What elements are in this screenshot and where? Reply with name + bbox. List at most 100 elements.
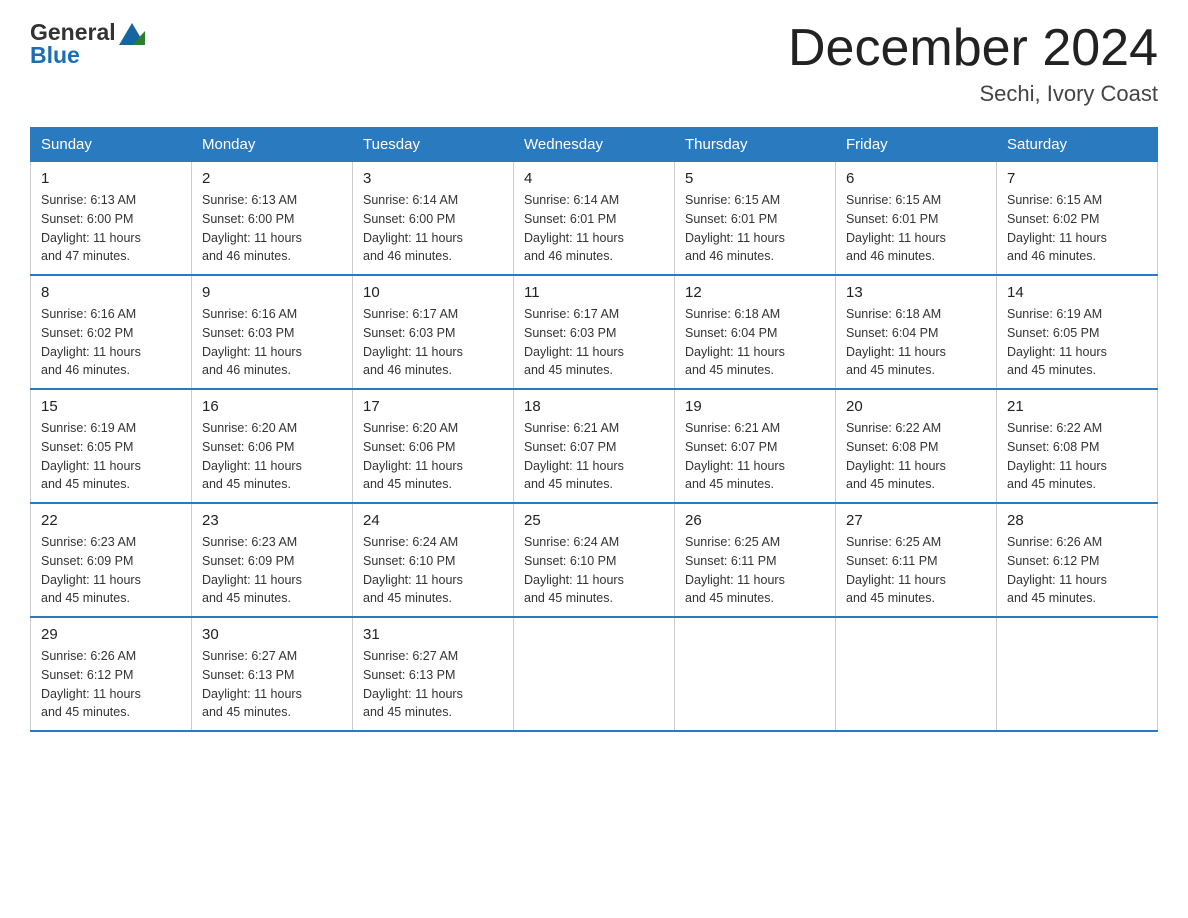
calendar-cell: 7 Sunrise: 6:15 AMSunset: 6:02 PMDaylight… bbox=[997, 162, 1158, 276]
calendar-cell: 4 Sunrise: 6:14 AMSunset: 6:01 PMDaylight… bbox=[514, 162, 675, 276]
calendar-cell: 30 Sunrise: 6:27 AMSunset: 6:13 PMDayligh… bbox=[192, 617, 353, 731]
day-info: Sunrise: 6:15 AMSunset: 6:02 PMDaylight:… bbox=[1007, 191, 1147, 266]
page-header: General Blue December 2024 Sechi, Ivory … bbox=[30, 20, 1158, 107]
day-number: 5 bbox=[685, 170, 825, 187]
calendar-cell: 28Sunrise: 6:26 AMSunset: 6:12 PMDayligh… bbox=[997, 503, 1158, 617]
day-info: Sunrise: 6:20 AMSunset: 6:06 PMDaylight:… bbox=[202, 419, 342, 494]
calendar-cell: 23Sunrise: 6:23 AMSunset: 6:09 PMDayligh… bbox=[192, 503, 353, 617]
calendar-cell: 31Sunrise: 6:27 AMSunset: 6:13 PMDayligh… bbox=[353, 617, 514, 731]
day-info: Sunrise: 6:24 AMSunset: 6:10 PMDaylight:… bbox=[524, 533, 664, 608]
day-number: 27 bbox=[846, 512, 986, 529]
day-number: 4 bbox=[524, 170, 664, 187]
calendar-cell: 15 Sunrise: 6:19 AMSunset: 6:05 PMDayligh… bbox=[31, 389, 192, 503]
day-info: Sunrise: 6:25 AMSunset: 6:11 PMDaylight:… bbox=[685, 533, 825, 608]
day-number: 9 bbox=[202, 284, 342, 301]
day-number: 24 bbox=[363, 512, 503, 529]
calendar-cell: 19Sunrise: 6:21 AMSunset: 6:07 PMDayligh… bbox=[675, 389, 836, 503]
calendar-cell: 29 Sunrise: 6:26 AMSunset: 6:12 PMDayligh… bbox=[31, 617, 192, 731]
day-header-monday: Monday bbox=[192, 128, 353, 162]
day-header-tuesday: Tuesday bbox=[353, 128, 514, 162]
day-number: 15 bbox=[41, 398, 181, 415]
day-number: 2 bbox=[202, 170, 342, 187]
day-number: 30 bbox=[202, 626, 342, 643]
day-number: 7 bbox=[1007, 170, 1147, 187]
day-info: Sunrise: 6:17 AMSunset: 6:03 PMDaylight:… bbox=[363, 305, 503, 380]
calendar-cell: 8 Sunrise: 6:16 AMSunset: 6:02 PMDaylight… bbox=[31, 275, 192, 389]
day-number: 28 bbox=[1007, 512, 1147, 529]
day-info: Sunrise: 6:19 AMSunset: 6:05 PMDaylight:… bbox=[41, 419, 181, 494]
calendar-cell: 24Sunrise: 6:24 AMSunset: 6:10 PMDayligh… bbox=[353, 503, 514, 617]
calendar-week-row: 8 Sunrise: 6:16 AMSunset: 6:02 PMDaylight… bbox=[31, 275, 1158, 389]
day-info: Sunrise: 6:20 AMSunset: 6:06 PMDaylight:… bbox=[363, 419, 503, 494]
day-info: Sunrise: 6:18 AMSunset: 6:04 PMDaylight:… bbox=[846, 305, 986, 380]
calendar-header-row: SundayMondayTuesdayWednesdayThursdayFrid… bbox=[31, 128, 1158, 162]
day-info: Sunrise: 6:21 AMSunset: 6:07 PMDaylight:… bbox=[524, 419, 664, 494]
day-info: Sunrise: 6:14 AMSunset: 6:00 PMDaylight:… bbox=[363, 191, 503, 266]
day-number: 17 bbox=[363, 398, 503, 415]
day-info: Sunrise: 6:14 AMSunset: 6:01 PMDaylight:… bbox=[524, 191, 664, 266]
day-number: 8 bbox=[41, 284, 181, 301]
day-info: Sunrise: 6:16 AMSunset: 6:02 PMDaylight:… bbox=[41, 305, 181, 380]
calendar-cell: 16Sunrise: 6:20 AMSunset: 6:06 PMDayligh… bbox=[192, 389, 353, 503]
day-number: 12 bbox=[685, 284, 825, 301]
day-number: 20 bbox=[846, 398, 986, 415]
day-info: Sunrise: 6:15 AMSunset: 6:01 PMDaylight:… bbox=[846, 191, 986, 266]
logo-arrow-icon bbox=[119, 23, 145, 45]
calendar-cell bbox=[997, 617, 1158, 731]
day-number: 18 bbox=[524, 398, 664, 415]
day-info: Sunrise: 6:26 AMSunset: 6:12 PMDaylight:… bbox=[41, 647, 181, 722]
day-info: Sunrise: 6:23 AMSunset: 6:09 PMDaylight:… bbox=[41, 533, 181, 608]
day-number: 6 bbox=[846, 170, 986, 187]
day-number: 31 bbox=[363, 626, 503, 643]
day-info: Sunrise: 6:27 AMSunset: 6:13 PMDaylight:… bbox=[202, 647, 342, 722]
day-number: 23 bbox=[202, 512, 342, 529]
calendar-cell: 18 Sunrise: 6:21 AMSunset: 6:07 PMDayligh… bbox=[514, 389, 675, 503]
calendar-cell bbox=[675, 617, 836, 731]
day-info: Sunrise: 6:13 AMSunset: 6:00 PMDaylight:… bbox=[202, 191, 342, 266]
calendar-cell: 2 Sunrise: 6:13 AMSunset: 6:00 PMDaylight… bbox=[192, 162, 353, 276]
day-info: Sunrise: 6:19 AMSunset: 6:05 PMDaylight:… bbox=[1007, 305, 1147, 380]
day-number: 11 bbox=[524, 284, 664, 301]
day-header-friday: Friday bbox=[836, 128, 997, 162]
day-number: 25 bbox=[524, 512, 664, 529]
calendar-week-row: 15 Sunrise: 6:19 AMSunset: 6:05 PMDayligh… bbox=[31, 389, 1158, 503]
calendar-cell: 25 Sunrise: 6:24 AMSunset: 6:10 PMDayligh… bbox=[514, 503, 675, 617]
calendar-cell: 1Sunrise: 6:13 AMSunset: 6:00 PMDaylight… bbox=[31, 162, 192, 276]
day-info: Sunrise: 6:13 AMSunset: 6:00 PMDaylight:… bbox=[41, 191, 181, 266]
logo-blue: Blue bbox=[30, 43, 145, 68]
calendar-cell: 13 Sunrise: 6:18 AMSunset: 6:04 PMDayligh… bbox=[836, 275, 997, 389]
day-number: 29 bbox=[41, 626, 181, 643]
calendar-table: SundayMondayTuesdayWednesdayThursdayFrid… bbox=[30, 127, 1158, 732]
day-number: 3 bbox=[363, 170, 503, 187]
calendar-cell: 3 Sunrise: 6:14 AMSunset: 6:00 PMDaylight… bbox=[353, 162, 514, 276]
day-info: Sunrise: 6:18 AMSunset: 6:04 PMDaylight:… bbox=[685, 305, 825, 380]
logo: General Blue bbox=[30, 20, 145, 69]
calendar-cell: 17 Sunrise: 6:20 AMSunset: 6:06 PMDayligh… bbox=[353, 389, 514, 503]
calendar-cell: 5 Sunrise: 6:15 AMSunset: 6:01 PMDaylight… bbox=[675, 162, 836, 276]
title-block: December 2024 Sechi, Ivory Coast bbox=[788, 20, 1158, 107]
logo-block: General Blue bbox=[30, 20, 145, 69]
day-info: Sunrise: 6:15 AMSunset: 6:01 PMDaylight:… bbox=[685, 191, 825, 266]
calendar-cell: 10Sunrise: 6:17 AMSunset: 6:03 PMDayligh… bbox=[353, 275, 514, 389]
calendar-week-row: 1Sunrise: 6:13 AMSunset: 6:00 PMDaylight… bbox=[31, 162, 1158, 276]
day-header-thursday: Thursday bbox=[675, 128, 836, 162]
calendar-cell: 11 Sunrise: 6:17 AMSunset: 6:03 PMDayligh… bbox=[514, 275, 675, 389]
day-header-sunday: Sunday bbox=[31, 128, 192, 162]
calendar-cell: 6 Sunrise: 6:15 AMSunset: 6:01 PMDaylight… bbox=[836, 162, 997, 276]
calendar-cell: 9Sunrise: 6:16 AMSunset: 6:03 PMDaylight… bbox=[192, 275, 353, 389]
day-number: 26 bbox=[685, 512, 825, 529]
day-number: 14 bbox=[1007, 284, 1147, 301]
calendar-cell bbox=[514, 617, 675, 731]
day-number: 13 bbox=[846, 284, 986, 301]
day-info: Sunrise: 6:22 AMSunset: 6:08 PMDaylight:… bbox=[1007, 419, 1147, 494]
calendar-cell: 27 Sunrise: 6:25 AMSunset: 6:11 PMDayligh… bbox=[836, 503, 997, 617]
day-info: Sunrise: 6:21 AMSunset: 6:07 PMDaylight:… bbox=[685, 419, 825, 494]
calendar-cell: 14 Sunrise: 6:19 AMSunset: 6:05 PMDayligh… bbox=[997, 275, 1158, 389]
day-info: Sunrise: 6:17 AMSunset: 6:03 PMDaylight:… bbox=[524, 305, 664, 380]
calendar-cell: 12 Sunrise: 6:18 AMSunset: 6:04 PMDayligh… bbox=[675, 275, 836, 389]
day-info: Sunrise: 6:25 AMSunset: 6:11 PMDaylight:… bbox=[846, 533, 986, 608]
location-title: Sechi, Ivory Coast bbox=[788, 81, 1158, 107]
day-header-saturday: Saturday bbox=[997, 128, 1158, 162]
calendar-cell: 20Sunrise: 6:22 AMSunset: 6:08 PMDayligh… bbox=[836, 389, 997, 503]
calendar-cell: 22Sunrise: 6:23 AMSunset: 6:09 PMDayligh… bbox=[31, 503, 192, 617]
